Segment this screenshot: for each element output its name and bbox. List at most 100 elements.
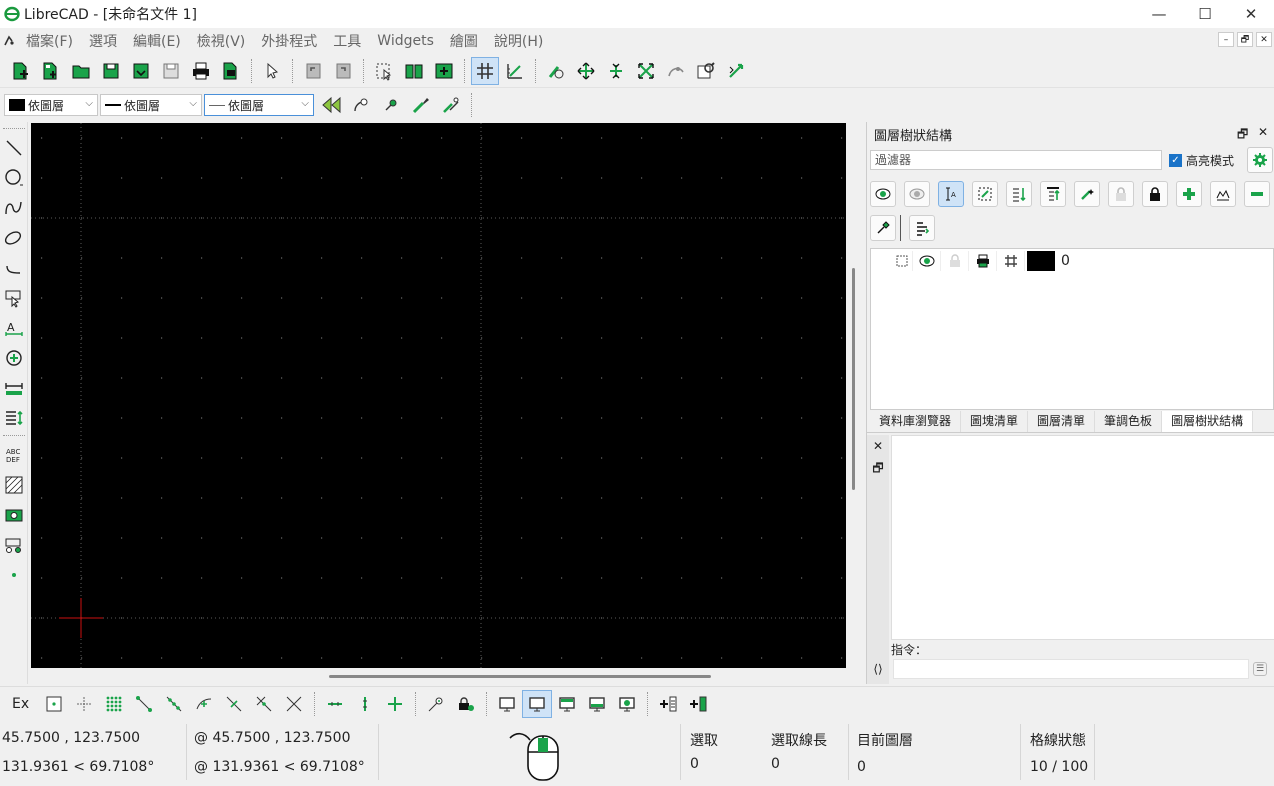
layer-edit-icon[interactable]	[1210, 181, 1236, 207]
layer-align-icon[interactable]	[909, 215, 935, 241]
tab-block-list[interactable]: 圖塊清單	[961, 411, 1029, 432]
add-entity-grid-icon[interactable]	[683, 690, 713, 718]
layer-print-icon[interactable]	[969, 251, 997, 271]
tab-library-browser[interactable]: 資料庫瀏覽器	[867, 411, 962, 432]
snap-free-icon[interactable]	[39, 690, 69, 718]
close-button[interactable]: ✕	[1228, 0, 1274, 28]
menu-tools[interactable]: 工具	[325, 31, 369, 51]
text-tool-icon[interactable]: A	[1, 313, 27, 343]
command-close-icon[interactable]: ✕	[873, 439, 883, 453]
layer-construction-icon[interactable]	[997, 251, 1025, 271]
maximize-button[interactable]: ☐	[1182, 0, 1228, 28]
menu-view[interactable]: 檢視(V)	[189, 31, 254, 51]
open-book-icon[interactable]	[400, 57, 428, 85]
exclusive-snap-toggle[interactable]: Ex	[12, 696, 29, 712]
mdi-restore-button[interactable]: 🗗	[1237, 32, 1253, 47]
view-monitor-2-icon[interactable]	[522, 689, 553, 718]
ellipse-tool-icon[interactable]	[1, 223, 27, 253]
minimize-button[interactable]: —	[1136, 0, 1182, 28]
mdi-minimize-button[interactable]: –	[1218, 32, 1234, 47]
redraw-icon[interactable]	[542, 57, 570, 85]
lock-relative-zero-icon[interactable]	[451, 690, 481, 718]
select-entities-icon[interactable]	[972, 181, 998, 207]
grid-toggle-icon[interactable]	[471, 56, 499, 85]
add-block-icon[interactable]	[430, 57, 458, 85]
layer-visible-icon[interactable]	[913, 251, 941, 271]
copy-pen-icon[interactable]	[437, 91, 465, 119]
layer-row[interactable]: 0	[891, 251, 1070, 271]
apply-pen-icon[interactable]	[407, 91, 435, 119]
add-layer-icon[interactable]	[1176, 181, 1202, 207]
save-icon[interactable]	[97, 57, 125, 85]
open-file-icon[interactable]	[67, 57, 95, 85]
tab-pen-palette[interactable]: 筆調色板	[1095, 411, 1163, 432]
insert-image-icon[interactable]	[1, 500, 27, 530]
print-preview-icon[interactable]	[217, 57, 245, 85]
zoom-in-icon[interactable]	[572, 57, 600, 85]
system-menu-icon[interactable]	[0, 32, 18, 50]
mdi-close-button[interactable]: ✕	[1256, 32, 1272, 47]
zoom-out-icon[interactable]	[602, 57, 630, 85]
zoom-window-icon[interactable]	[692, 57, 720, 85]
view-monitor-1-icon[interactable]	[492, 690, 522, 718]
new-file-icon[interactable]	[7, 57, 35, 85]
pen-linetype-select[interactable]: 依圖層 ⌵	[204, 94, 314, 116]
layer-filter-input[interactable]: 過濾器	[870, 150, 1162, 170]
layer-lock-icon[interactable]	[941, 251, 969, 271]
line-tool-icon[interactable]	[1, 133, 27, 163]
snap-grid-icon[interactable]	[99, 690, 129, 718]
move-layer-top-icon[interactable]	[1040, 181, 1066, 207]
remove-layer-icon[interactable]	[1244, 181, 1270, 207]
layer-magic-icon[interactable]	[1074, 181, 1100, 207]
view-monitor-3-icon[interactable]	[552, 690, 582, 718]
zoom-previous-icon[interactable]	[662, 57, 690, 85]
save-as-icon[interactable]	[127, 57, 155, 85]
command-options-icon[interactable]: ☰	[1253, 662, 1267, 676]
command-input[interactable]	[893, 659, 1249, 679]
restrict-horizontal-icon[interactable]	[320, 690, 350, 718]
draft-mode-icon[interactable]	[501, 57, 529, 85]
lock-layer-icon[interactable]	[1142, 181, 1168, 207]
point-tool-icon[interactable]	[1, 560, 27, 590]
menu-help[interactable]: 說明(H)	[486, 31, 551, 51]
menu-draw[interactable]: 繪圖	[442, 31, 486, 51]
multiline-text-icon[interactable]: ABC DEF	[1, 440, 27, 470]
sort-layers-icon[interactable]	[1006, 181, 1032, 207]
layer-name[interactable]: 0	[1061, 253, 1070, 269]
snap-endpoint-icon[interactable]	[129, 690, 159, 718]
snap-grid-cross-icon[interactable]	[69, 690, 99, 718]
layer-color-swatch[interactable]	[1027, 251, 1055, 271]
circle-tool-icon[interactable]	[1, 163, 27, 193]
text-layers-toggle-icon[interactable]: A	[938, 181, 964, 207]
snap-intersection-icon[interactable]	[279, 690, 309, 718]
settings-gear-button[interactable]	[1247, 147, 1273, 173]
unlock-layer-icon[interactable]	[1108, 181, 1134, 207]
menu-edit[interactable]: 編輯(E)	[125, 31, 189, 51]
menu-file[interactable]: 檔案(F)	[18, 31, 81, 51]
snap-on-entity-icon[interactable]	[159, 690, 189, 718]
scrollbar-thumb[interactable]	[329, 675, 711, 678]
new-from-template-icon[interactable]	[37, 57, 65, 85]
menu-plugins[interactable]: 外掛程式	[253, 31, 325, 51]
print-icon[interactable]	[187, 57, 215, 85]
menu-options[interactable]: 選項	[81, 31, 125, 51]
highlight-mode-checkbox[interactable]: ✓ 高亮模式	[1169, 152, 1234, 169]
snap-distance-icon[interactable]	[249, 690, 279, 718]
insert-block-icon[interactable]	[1, 530, 27, 560]
show-all-layers-icon[interactable]	[870, 181, 896, 207]
pick-pen-icon[interactable]	[347, 91, 375, 119]
layer-pen-icon[interactable]	[870, 215, 896, 241]
hatch-tool-icon[interactable]	[1, 470, 27, 500]
canvas-vertical-scrollbar[interactable]	[848, 123, 860, 668]
pen-color-select[interactable]: 依圖層 ⌵	[4, 94, 98, 116]
drawing-canvas[interactable]	[31, 123, 846, 668]
select-tool-icon[interactable]	[1, 283, 27, 313]
back-arrow-icon[interactable]	[317, 91, 345, 119]
snap-center-icon[interactable]	[189, 690, 219, 718]
save-all-icon[interactable]	[157, 57, 185, 85]
zoom-pan-icon[interactable]	[722, 57, 750, 85]
view-monitor-4-icon[interactable]	[582, 690, 612, 718]
tab-layer-list[interactable]: 圖層清單	[1028, 411, 1096, 432]
dock-float-icon[interactable]: 🗗	[1237, 125, 1248, 146]
canvas-horizontal-scrollbar[interactable]	[31, 670, 846, 682]
